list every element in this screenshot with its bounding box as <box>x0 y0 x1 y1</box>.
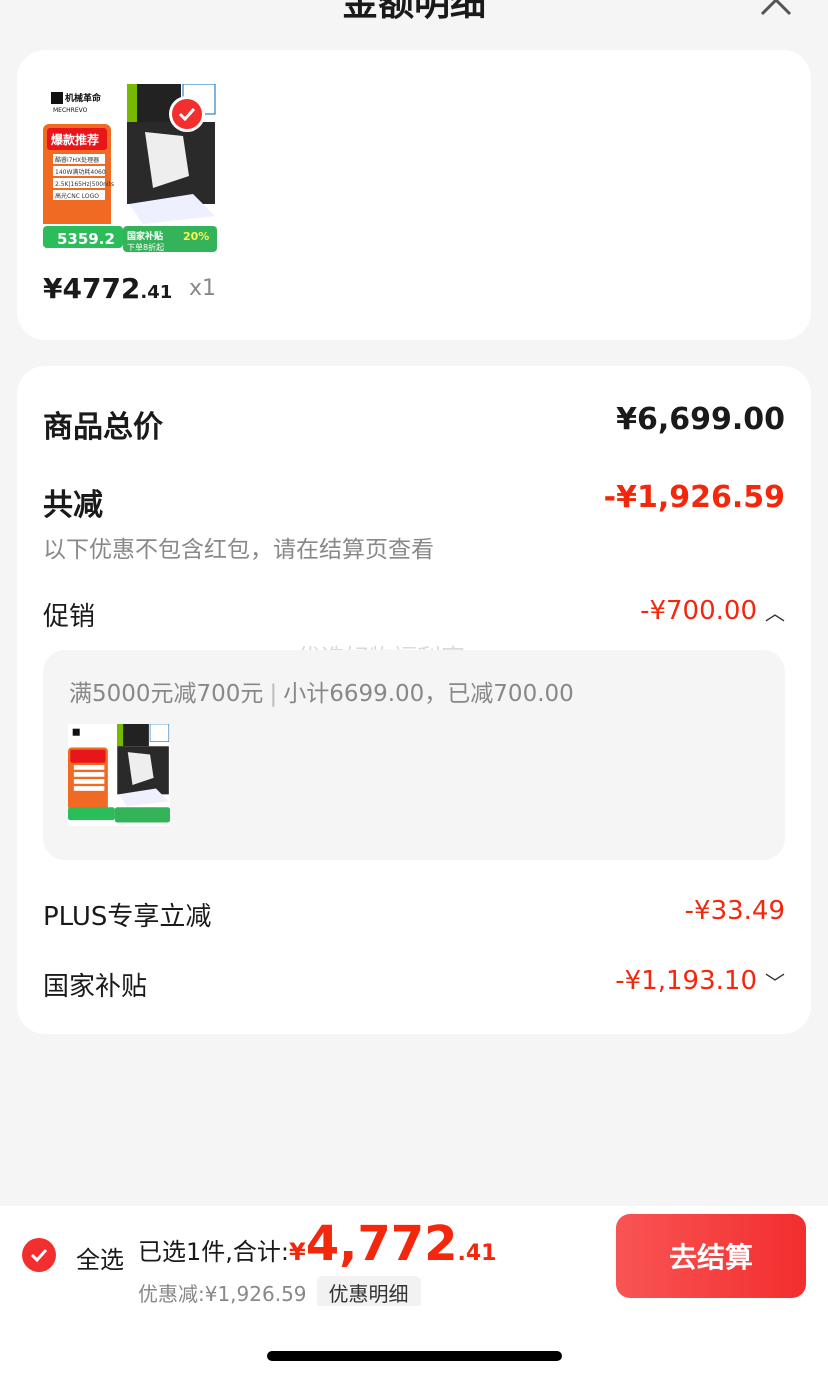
promo-price-tag: 5359.2 <box>57 230 115 248</box>
product-quantity: x1 <box>189 276 217 301</box>
amount-detail-card: 商品总价 ¥6,699.00 共减 -¥1,926.59 以下优惠不包含红包，请… <box>17 366 811 1034</box>
plus-discount-value: -¥33.49 <box>684 896 785 926</box>
subsidy-value: -¥1,193.10 <box>615 966 757 996</box>
svg-text:高光CNC LOGO: 高光CNC LOGO <box>55 192 99 200</box>
total-reduction-label: 共减 <box>43 488 103 523</box>
total-reduction-value: -¥1,926.59 <box>603 480 785 515</box>
promo-row-toggle[interactable]: -¥700.00 ︿ <box>640 596 785 626</box>
svg-text:140W满功耗4060: 140W满功耗4060 <box>55 168 106 176</box>
bottom-safe-area <box>0 1306 828 1379</box>
svg-text:酷睿i7HX处理器: 酷睿i7HX处理器 <box>55 156 99 164</box>
chevron-up-icon: ︿ <box>765 601 785 625</box>
select-all-label[interactable]: 全选 <box>76 1240 124 1275</box>
brand-sub-text: MECHREVO <box>53 107 88 114</box>
amount-detail-sheet: 金额明细 机械革命 MECHREVO 爆款推荐 酷睿i7HX处理器 140W满功… <box>0 0 828 1379</box>
home-indicator <box>267 1351 562 1361</box>
product-check-icon[interactable] <box>169 96 205 132</box>
promo-value: -¥700.00 <box>640 596 757 626</box>
discount-summary: 优惠减:¥1,926.59 优惠明细 <box>138 1276 421 1309</box>
svg-text:20%: 20% <box>183 230 209 243</box>
promo-label: 促销 <box>43 602 96 632</box>
svg-text:2.5K|165Hz|500nits: 2.5K|165Hz|500nits <box>55 181 114 188</box>
discount-detail-button[interactable]: 优惠明细 <box>316 1276 421 1309</box>
product-price: ¥4772.41 <box>43 272 173 305</box>
discount-amount: 优惠减:¥1,926.59 <box>138 1282 307 1306</box>
svg-text:下单8折起: 下单8折起 <box>127 242 164 252</box>
subsidy-label: 国家补贴 <box>43 972 148 1002</box>
subsidy-row-toggle[interactable]: -¥1,193.10 ﹀ <box>615 966 785 996</box>
checkout-bar: 全选 已选1件,合计:¥4,772.41 优惠减:¥1,926.59 优惠明细 去… <box>0 1206 828 1309</box>
chevron-down-icon: ﹀ <box>765 971 785 995</box>
promo-product-thumbnail <box>68 723 170 826</box>
total-summary: 已选1件,合计:¥4,772.41 <box>138 1216 497 1272</box>
total-price-value: ¥6,699.00 <box>616 402 785 437</box>
product-card: 机械革命 MECHREVO 爆款推荐 酷睿i7HX处理器 140W满功耗4060… <box>17 50 811 340</box>
badge-text: 爆款推荐 <box>51 132 99 147</box>
total-price-label: 商品总价 <box>43 410 163 445</box>
promo-rule-text: 满5000元减700元 | 小计6699.00，已减700.00 <box>69 681 574 707</box>
reduction-note: 以下优惠不包含红包，请在结算页查看 <box>43 537 434 563</box>
select-all-check-icon[interactable] <box>22 1238 56 1272</box>
page-title: 金额明细 <box>341 0 486 24</box>
checkout-button[interactable]: 去结算 <box>616 1214 806 1298</box>
close-icon[interactable] <box>758 0 794 18</box>
svg-text:国家补贴: 国家补贴 <box>127 230 163 242</box>
plus-discount-label: PLUS专享立减 <box>43 902 212 932</box>
brand-text: 机械革命 <box>65 92 102 104</box>
